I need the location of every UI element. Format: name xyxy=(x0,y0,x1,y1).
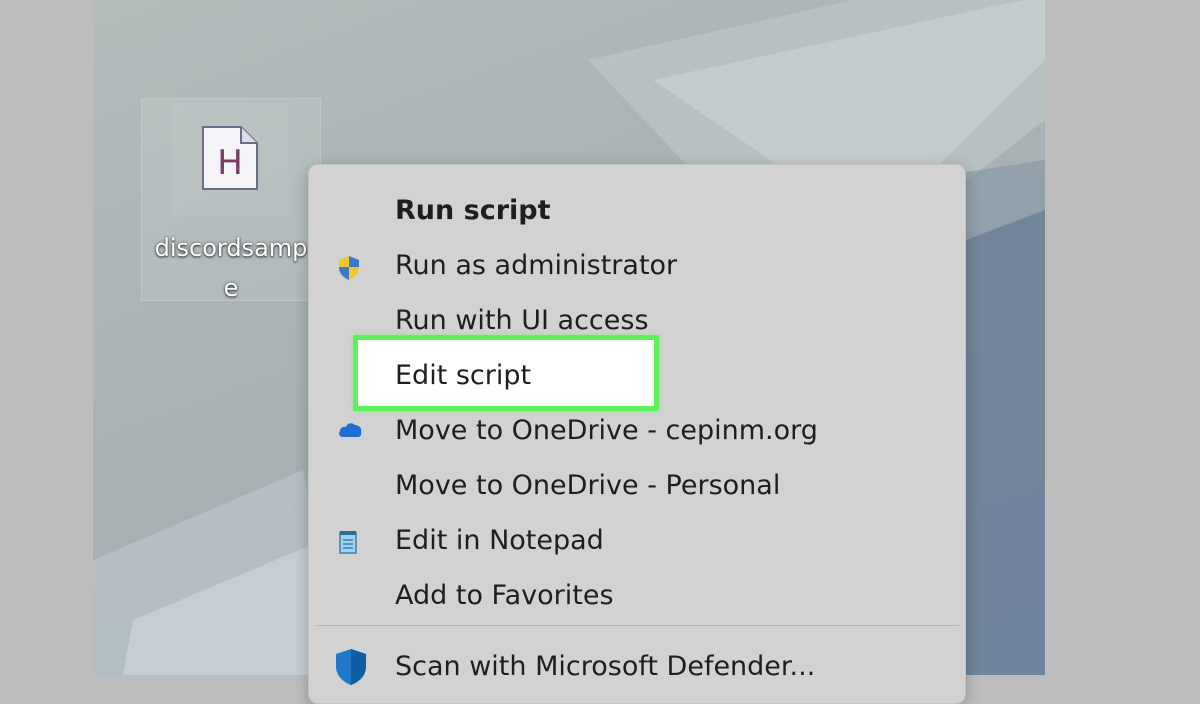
file-label-line2: e xyxy=(223,274,239,302)
defender-shield-icon xyxy=(333,647,369,691)
script-file-icon[interactable]: H xyxy=(171,103,289,215)
menu-item-add-to-favorites[interactable]: Add to Favorites xyxy=(309,572,967,624)
menu-item-label: Move to OneDrive - Personal xyxy=(395,470,781,501)
menu-item-label: Edit in Notepad xyxy=(395,525,604,556)
notepad-icon xyxy=(337,530,359,558)
menu-separator xyxy=(317,625,959,626)
menu-item-run-as-administrator[interactable]: Run as administrator xyxy=(309,242,967,294)
menu-item-label: Run as administrator xyxy=(395,250,678,281)
menu-item-edit-script[interactable]: Edit script xyxy=(309,352,967,404)
menu-item-move-to-onedrive-personal[interactable]: Move to OneDrive - Personal xyxy=(309,462,967,514)
menu-item-label: Run with UI access xyxy=(395,305,649,336)
uac-shield-icon xyxy=(337,255,361,285)
context-menu: Run script Run as administrator Run with… xyxy=(308,164,966,704)
menu-item-move-to-onedrive-cepinm[interactable]: Move to OneDrive - cepinm.org xyxy=(309,407,967,459)
menu-item-edit-in-notepad[interactable]: Edit in Notepad xyxy=(309,517,967,569)
menu-item-label: Scan with Microsoft Defender... xyxy=(395,651,816,682)
file-label-line1: discordsamp xyxy=(154,234,308,262)
desktop-icon-label[interactable]: discordsamp e xyxy=(141,228,321,308)
menu-item-label: Run script xyxy=(395,195,551,226)
onedrive-cloud-icon xyxy=(337,420,363,444)
menu-item-run-script[interactable]: Run script xyxy=(309,187,967,239)
menu-item-label: Edit script xyxy=(395,360,532,391)
menu-item-scan-with-defender[interactable]: Scan with Microsoft Defender... xyxy=(309,643,967,695)
menu-item-label: Add to Favorites xyxy=(395,580,614,611)
menu-item-label: Move to OneDrive - cepinm.org xyxy=(395,415,818,446)
file-icon-glyph: H xyxy=(217,143,243,183)
